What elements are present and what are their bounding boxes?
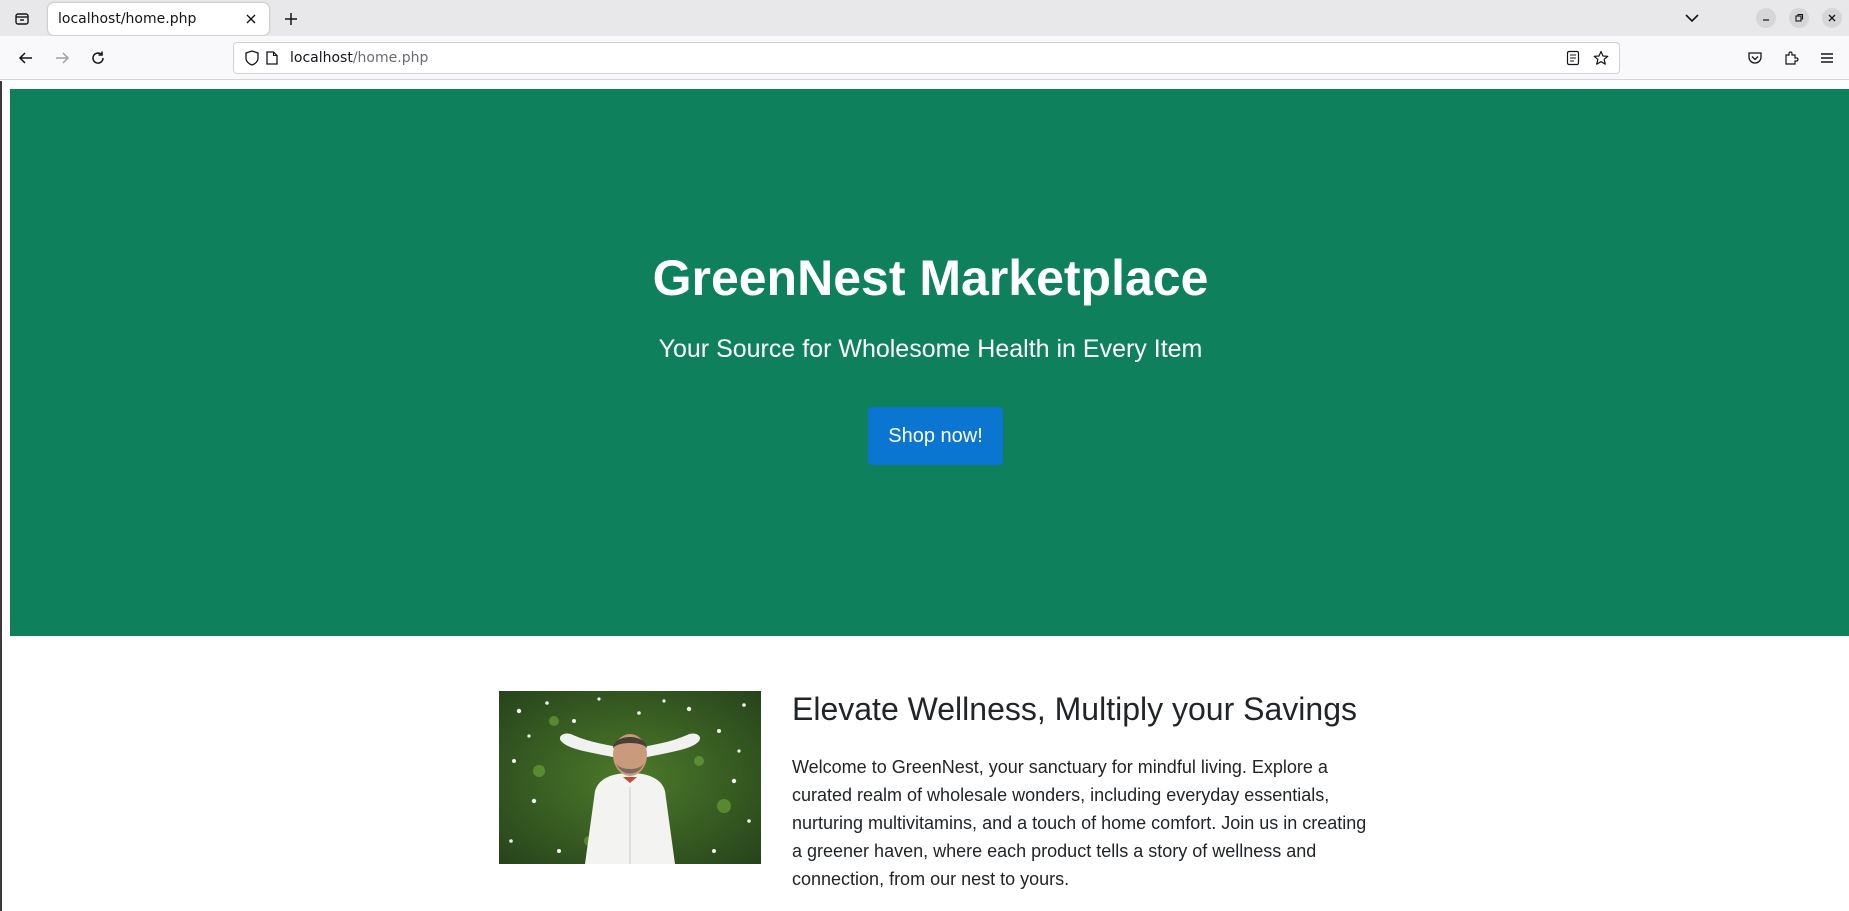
- about-heading: Elevate Wellness, Multiply your Savings: [792, 691, 1357, 727]
- url-path: /home.php: [352, 50, 429, 66]
- url-host: localhost: [290, 50, 353, 66]
- tab-strip: localhost/home.php: [0, 0, 1849, 36]
- hamburger-menu-icon[interactable]: [1815, 46, 1839, 70]
- url-bar[interactable]: localhost/home.php: [233, 42, 1620, 74]
- tab-title: localhost/home.php: [58, 11, 197, 27]
- active-tab[interactable]: localhost/home.php: [48, 3, 269, 35]
- star-icon[interactable]: [1591, 48, 1611, 68]
- hero-title: GreenNest Marketplace: [652, 250, 1209, 306]
- restore-icon[interactable]: [1789, 8, 1809, 28]
- minimize-icon[interactable]: [1756, 8, 1776, 28]
- chevron-down-icon[interactable]: [1680, 8, 1704, 28]
- url-text[interactable]: localhost/home.php: [290, 50, 1563, 66]
- reader-view-icon[interactable]: [1563, 48, 1583, 68]
- close-window-icon[interactable]: [1822, 8, 1842, 28]
- reload-icon[interactable]: [86, 46, 110, 70]
- hero-subtitle: Your Source for Wholesome Health in Ever…: [658, 335, 1203, 363]
- navigation-toolbar: localhost/home.php: [0, 36, 1849, 80]
- plus-icon[interactable]: [280, 8, 302, 30]
- shield-icon[interactable]: [242, 48, 262, 68]
- shop-now-button[interactable]: Shop now!: [868, 407, 1003, 465]
- page-icon[interactable]: [262, 48, 282, 68]
- tab-list-icon[interactable]: [10, 8, 34, 30]
- about-paragraph: Welcome to GreenNest, your sanctuary for…: [792, 757, 1367, 889]
- hero-banner: GreenNest Marketplace Your Source for Wh…: [10, 89, 1849, 636]
- man-lying-in-grass-image: [499, 691, 761, 864]
- extensions-icon[interactable]: [1779, 46, 1803, 70]
- forward-arrow-icon[interactable]: [50, 46, 74, 70]
- back-arrow-icon[interactable]: [14, 46, 38, 70]
- pocket-icon[interactable]: [1743, 46, 1767, 70]
- close-icon[interactable]: [243, 11, 259, 27]
- page-viewport: GreenNest Marketplace Your Source for Wh…: [0, 81, 1849, 911]
